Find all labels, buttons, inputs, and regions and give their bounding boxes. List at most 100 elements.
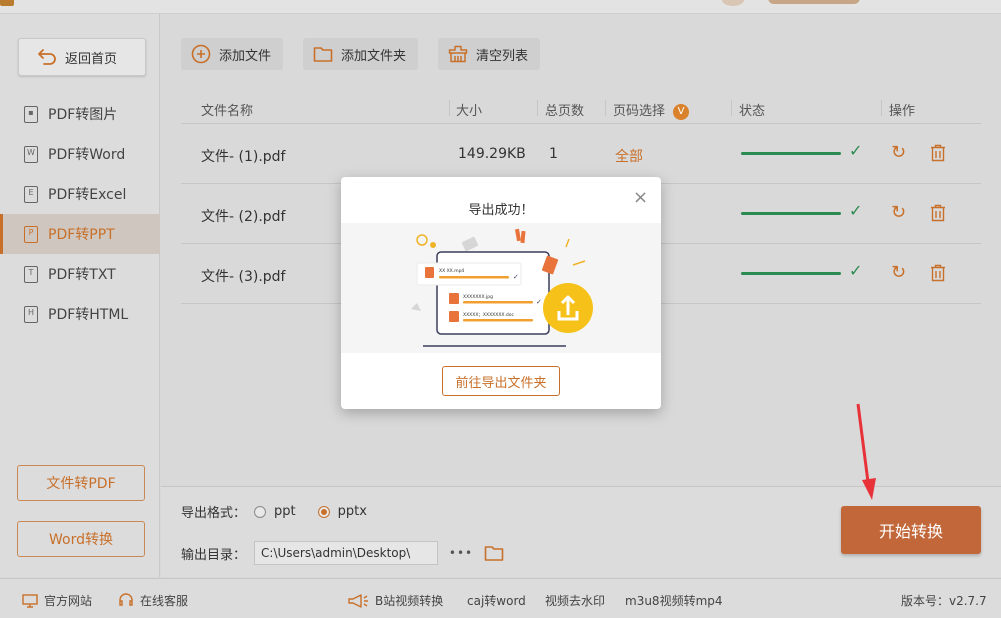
output-directory-label: 输出目录： [181, 547, 247, 563]
sidebar-item-pdf-to-txt[interactable]: T PDF转TXT [0, 254, 160, 294]
website-link[interactable]: 官方网站 [22, 592, 92, 609]
vip-button[interactable] [768, 0, 860, 4]
word-convert-button[interactable]: Word转换 [17, 521, 145, 557]
sidebar-item-pdf-to-html[interactable]: H PDF转HTML [0, 294, 160, 334]
file-name: 文件- (2).pdf [201, 209, 286, 225]
reconvert-icon[interactable]: ↻ [891, 142, 906, 163]
watermark-link[interactable]: 视频去水印 [545, 592, 605, 609]
reconvert-icon[interactable]: ↻ [891, 202, 906, 223]
txt-file-icon: T [24, 265, 38, 283]
delete-icon[interactable] [930, 264, 946, 282]
ppt-file-icon: P [24, 225, 38, 243]
sidebar-item-pdf-to-ppt[interactable]: P PDF转PPT [0, 214, 160, 254]
sidebar-item-label: PDF转HTML [48, 307, 129, 323]
bilibili-label: B站视频转换 [375, 594, 444, 608]
sidebar-item-label: PDF转PPT [48, 227, 115, 243]
format-radio-ppt[interactable] [254, 505, 267, 518]
svg-text:✓: ✓ [513, 273, 519, 281]
caj-link[interactable]: caj转word [467, 592, 526, 609]
toolbar: 添加文件 添加文件夹 清空列表 [181, 38, 541, 70]
open-folder-icon[interactable] [484, 544, 504, 562]
sidebar-item-label: PDF转Word [48, 147, 126, 163]
page-select-link[interactable]: 全部 [615, 146, 643, 166]
col-divider [881, 100, 882, 116]
website-label: 官方网站 [44, 594, 93, 608]
svg-text:✓: ✓ [536, 298, 542, 306]
word-file-icon: W [24, 145, 38, 163]
clear-list-icon [448, 45, 468, 63]
m3u8-link[interactable]: m3u8视频转mp4 [625, 592, 723, 609]
file-name: 文件- (1).pdf [201, 149, 286, 165]
format-option-label: pptx [337, 504, 367, 519]
sidebar-item-pdf-to-excel[interactable]: E PDF转Excel [0, 174, 160, 214]
browse-more-button[interactable]: ••• [446, 542, 476, 564]
title-bar [0, 0, 1001, 14]
check-icon: ✓ [849, 141, 863, 160]
clear-list-label: 清空列表 [476, 48, 529, 64]
add-file-label: 添加文件 [219, 48, 272, 64]
progress-bar [741, 272, 841, 275]
sidebar-item-pdf-to-image[interactable]: ▪ PDF转图片 [0, 94, 160, 134]
monitor-icon [22, 593, 38, 608]
format-option-label: ppt [274, 504, 296, 519]
check-icon: ✓ [849, 261, 863, 280]
status-bar: 官方网站 在线客服 B站视频转换 caj转word 视频去水印 m3u8视频转m… [0, 578, 1001, 618]
folder-icon [313, 47, 333, 62]
output-path-field[interactable]: C:\Users\admin\Desktop\ [254, 541, 439, 565]
file-to-pdf-button[interactable]: 文件转PDF [17, 465, 145, 501]
illustration-file-2: XXXXXXX.jpg [463, 294, 493, 300]
add-folder-button[interactable]: 添加文件夹 [303, 38, 419, 70]
col-name: 文件名称 [201, 104, 254, 119]
file-pages: 1 [549, 146, 558, 162]
check-icon: ✓ [849, 201, 863, 220]
sidebar: 返回首页 ▪ PDF转图片 W PDF转Word E PDF转Excel P P… [0, 14, 160, 577]
sidebar-item-pdf-to-word[interactable]: W PDF转Word [0, 134, 160, 174]
export-illustration-art: XX XX.mp4 ✓ XXXXXXX.jpg ✓ XXXXX；XXXXXXX.… [411, 228, 593, 347]
table-row: 文件- (1).pdf 149.29KB 1 全部 ✓ ↻ [181, 124, 981, 184]
file-name: 文件- (3).pdf [201, 269, 286, 285]
export-format-group: 导出格式： ppt pptx [181, 502, 367, 521]
bilibili-link[interactable]: B站视频转换 [347, 592, 443, 609]
dialog-title: 导出成功！ [468, 203, 534, 218]
col-status: 状态 [739, 104, 766, 119]
megaphone-icon [348, 593, 368, 608]
export-format-label: 导出格式： [181, 506, 247, 521]
sidebar-item-label: PDF转TXT [48, 267, 116, 283]
headset-icon [119, 593, 133, 606]
back-arrow-icon [38, 49, 56, 65]
excel-file-icon: E [24, 185, 38, 203]
back-home-button[interactable]: 返回首页 [18, 38, 146, 76]
html-file-icon: H [24, 305, 38, 323]
col-divider [605, 100, 606, 116]
close-icon[interactable]: × [633, 187, 648, 208]
col-divider [537, 100, 538, 116]
start-convert-button[interactable]: 开始转换 [841, 506, 981, 554]
clear-list-button[interactable]: 清空列表 [438, 38, 541, 70]
output-directory-group: 输出目录： C:\Users\admin\Desktop\ ••• [181, 541, 504, 565]
file-size: 149.29KB [458, 146, 526, 162]
col-page-select-label: 页码选择 [613, 104, 666, 119]
add-folder-label: 添加文件夹 [341, 48, 407, 64]
support-label: 在线客服 [140, 594, 189, 608]
col-page-select: 页码选择 V [613, 100, 690, 120]
progress-bar [741, 152, 841, 155]
sidebar-item-label: PDF转图片 [48, 107, 118, 123]
back-home-label: 返回首页 [65, 51, 118, 67]
export-illustration: XX XX.mp4 ✓ XXXXXXX.jpg ✓ XXXXX；XXXXXXX.… [341, 223, 661, 353]
sidebar-item-label: PDF转Excel [48, 187, 127, 203]
user-avatar[interactable] [722, 0, 744, 6]
format-radio-pptx[interactable] [317, 505, 330, 518]
sidebar-nav: ▪ PDF转图片 W PDF转Word E PDF转Excel P PDF转PP… [0, 94, 160, 334]
delete-icon[interactable] [930, 204, 946, 222]
illustration-file-3: XXXXX；XXXXXXX.doc [463, 312, 515, 318]
col-divider [449, 100, 450, 116]
app-logo [0, 0, 14, 6]
add-file-button[interactable]: 添加文件 [181, 38, 284, 70]
vip-badge-icon: V [673, 104, 690, 120]
delete-icon[interactable] [930, 144, 946, 162]
open-export-folder-button[interactable]: 前往导出文件夹 [442, 366, 560, 396]
support-link[interactable]: 在线客服 [118, 592, 188, 609]
reconvert-icon[interactable]: ↻ [891, 262, 906, 283]
col-size: 大小 [456, 104, 483, 119]
col-actions: 操作 [889, 104, 916, 119]
